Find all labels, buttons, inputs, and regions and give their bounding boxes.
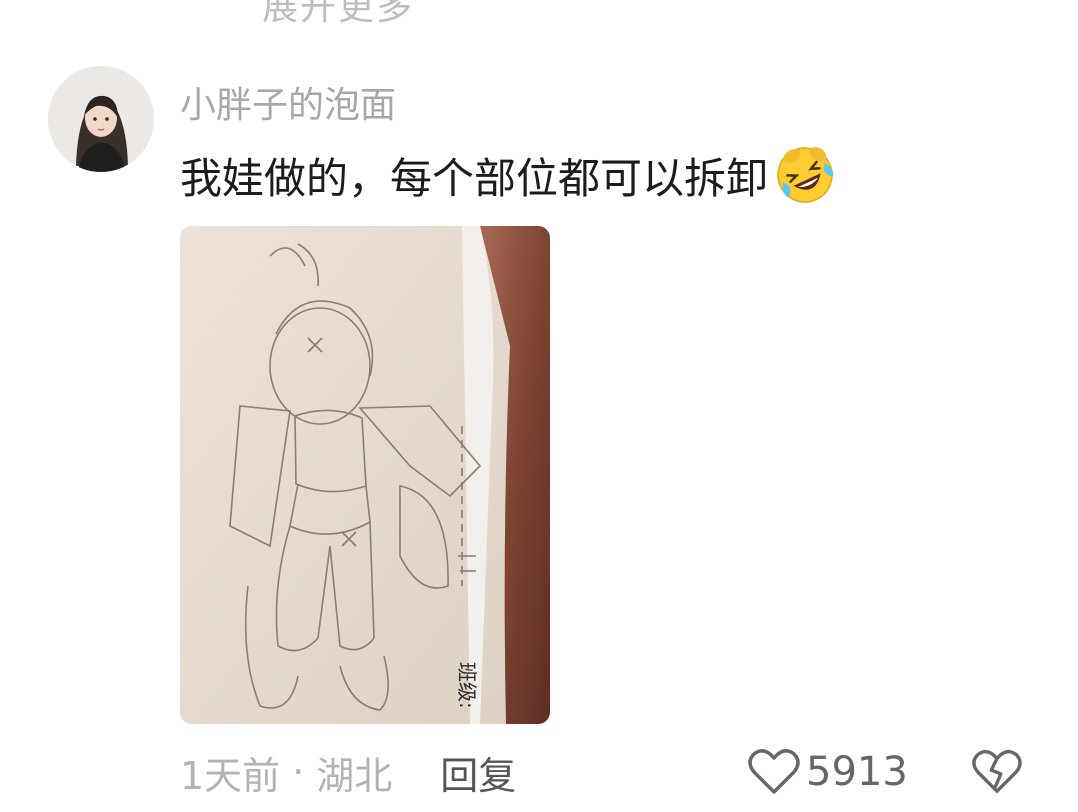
image-class-label: 班级: — [455, 662, 479, 709]
like-count: 5913 — [806, 749, 908, 795]
comment-location: 湖北 — [316, 753, 393, 798]
like-button[interactable]: 5913 — [748, 742, 908, 802]
avatar-illustration — [48, 66, 154, 172]
comment-body: 我娃做的，每个部位都可以拆卸 — [180, 142, 838, 208]
comment-meta: 1天前 · 湖北 回复 — [180, 744, 516, 800]
username[interactable]: 小胖子的泡面 — [180, 76, 396, 128]
rolling-laughing-emoji-icon — [777, 147, 834, 203]
broken-heart-icon — [972, 749, 1022, 793]
comment-text: 我娃做的，每个部位都可以拆卸 — [180, 153, 769, 203]
collapsed-more-text[interactable]: 展开更多 — [262, 0, 414, 30]
avatar[interactable] — [48, 66, 154, 172]
heart-icon — [748, 749, 800, 794]
reply-button[interactable]: 回复 — [440, 745, 516, 800]
dislike-button[interactable] — [972, 748, 1022, 796]
meta-separator: · — [292, 750, 305, 794]
comment-image[interactable]: 班级: — [180, 226, 550, 724]
comment-time: 1天前 — [180, 753, 281, 798]
doll-photo: 班级: — [180, 226, 550, 724]
